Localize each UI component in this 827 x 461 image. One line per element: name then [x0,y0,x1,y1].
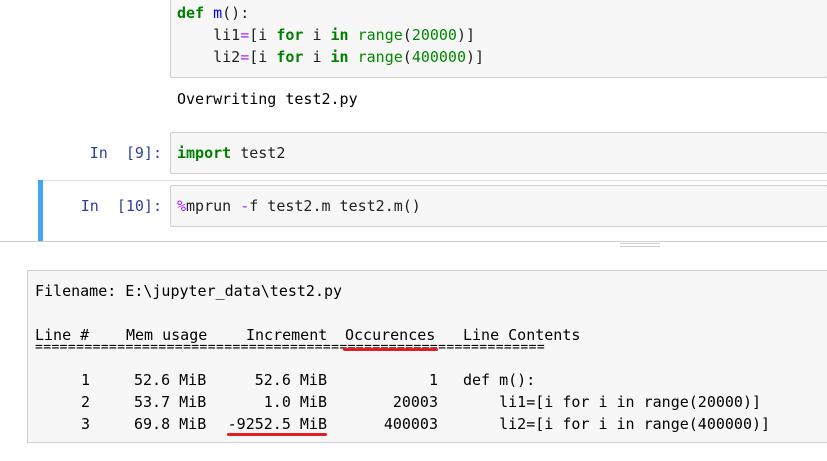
profile-filename: Filename: E:\jupyter_data\test2.py [35,282,343,300]
row-2-mem: 53.7 MiB [134,393,207,411]
cell-10-code: %mprun -f test2.m test2.m() [177,197,421,215]
code-cell-9[interactable]: import test2 [170,132,827,174]
row-2-contents: li1=[i for i in range(20000)] [463,393,762,411]
row-1-contents: def m(): [463,371,536,389]
row-3-mem: 69.8 MiB [134,415,207,433]
row-1-occurences: 1 [428,371,438,389]
code-line-3: li2=[i for i in range(400000)] [213,48,485,66]
code-cell-10[interactable]: %mprun -f test2.m test2.m() [170,185,827,227]
pager-divider [0,241,827,242]
code-line-2: li1=[i for i in range(20000)] [213,26,476,44]
row-1-mem: 52.6 MiB [134,371,207,389]
pager-output: Filename: E:\jupyter_data\test2.py Line … [27,270,827,443]
cell-9-code: import test2 [177,144,286,162]
cell-9-prompt: In [9]: [89,144,162,162]
row-3-occurences: 400003 [383,415,438,433]
code-line-1: def m(): [177,4,250,22]
row-2-line: 2 [81,393,91,411]
cell-10-prompt: In [10]: [80,197,162,215]
row-1-line: 1 [81,371,91,389]
annotation-underline-increment [227,433,327,436]
selected-cell-indicator [38,180,43,241]
code-cell-prev[interactable]: def m(): li1=[i for i in range(20000)] l… [170,0,827,78]
row-1-increment: 52.6 MiB [254,371,327,389]
row-3-increment: -9252.5 MiB [227,415,327,433]
row-3-line: 3 [81,415,91,433]
cell-output: Overwriting test2.py [177,90,358,108]
row-3-contents: li2=[i for i in range(400000)] [463,415,771,433]
pager-resize-handle[interactable] [620,243,660,247]
row-2-occurences: 20003 [392,393,438,411]
annotation-underline-occurences [343,348,438,351]
row-2-increment: 1.0 MiB [263,393,327,411]
header-separator: ========================================… [35,340,546,355]
